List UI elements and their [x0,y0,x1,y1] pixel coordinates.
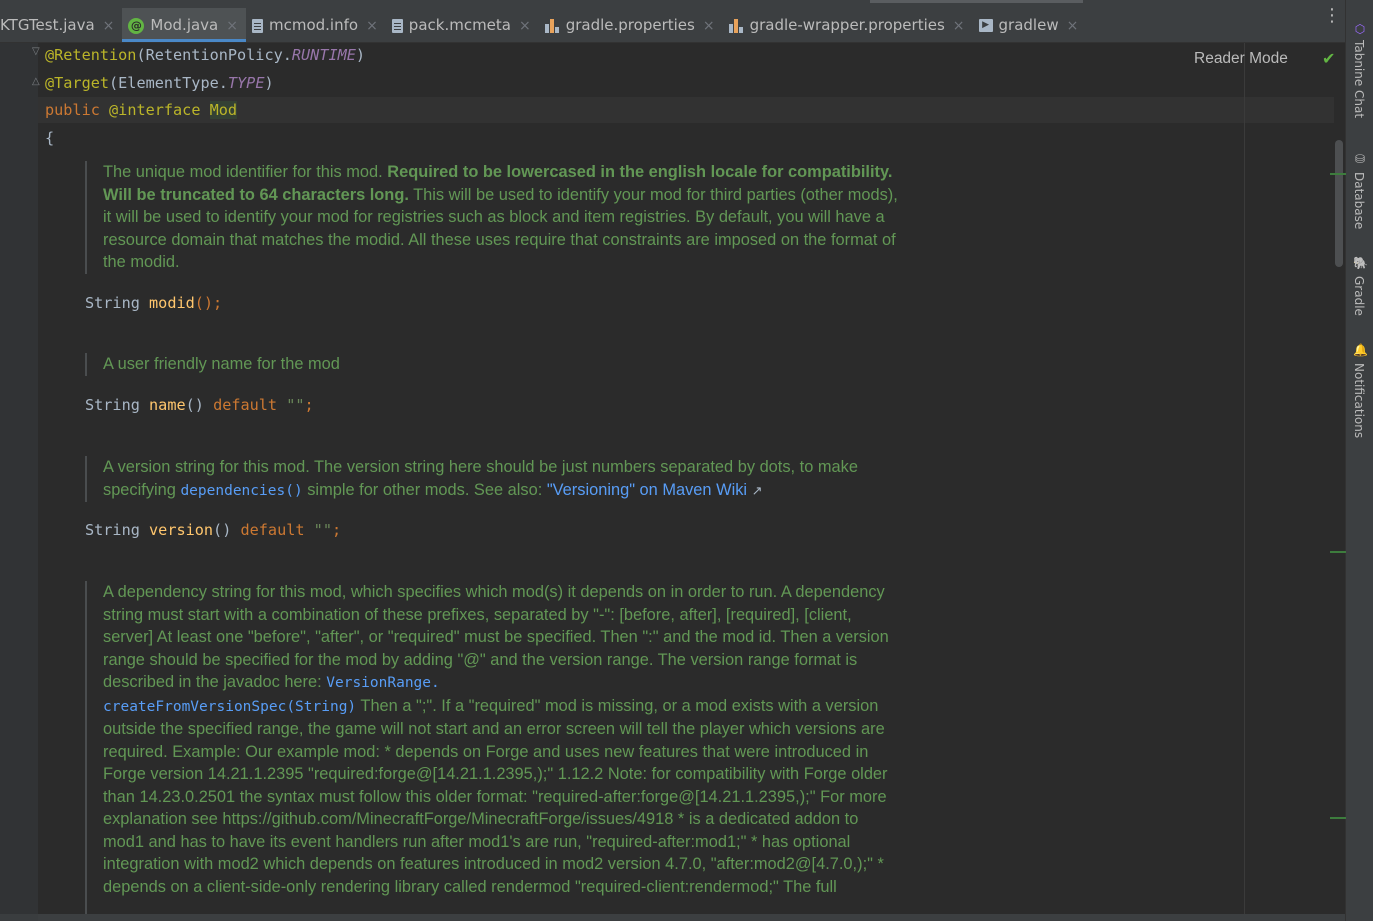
close-icon[interactable]: × [953,18,965,34]
tool-gradle[interactable]: 🐘 Gradle [1346,256,1373,321]
code-line-interface: public @interface Mod [45,101,238,119]
tab-pack-mcmeta[interactable]: pack.mcmeta × [386,8,539,42]
tab-gradle-wrapper-properties[interactable]: gradle-wrapper.properties × [723,8,973,42]
code-line-name: String name() default ""; [85,396,314,414]
tool-label: Database [1352,172,1366,230]
tool-tabnine-chat[interactable]: ⬡ Tabnine Chat [1346,22,1373,132]
more-tabs-icon[interactable]: ⋮ [1323,7,1341,25]
tab-label: mcmod.info [268,16,359,34]
external-link-icon: ↗ [751,482,763,498]
status-edge [0,914,1345,921]
close-icon[interactable]: × [1067,18,1079,34]
editor-tab-bar: KTGTest.java × @ Mod.java × mcmod.info × pac… [0,8,1345,43]
versionspec-link[interactable]: createFromVersionSpec(String) [103,699,356,715]
tool-label: Notifications [1352,363,1366,439]
close-icon[interactable]: × [519,18,531,34]
bell-icon: 🔔 [1353,343,1368,357]
change-marker [1330,551,1346,553]
dependencies-link[interactable]: dependencies() [180,483,302,499]
versionrange-link[interactable]: VersionRange. [326,675,440,691]
close-icon[interactable]: × [366,18,378,34]
editor-gutter: ▽ △ [0,43,40,921]
tab-label: Mod.java [150,16,219,34]
reader-mode-button[interactable]: Reader Mode [1194,49,1288,69]
javadoc-modid: The unique mod identifier for this mod. … [85,161,898,274]
text-file-icon [391,18,403,33]
right-tool-strip: ⬡ Tabnine Chat ⛁ Database 🐘 Gradle 🔔 Not… [1345,0,1373,921]
tab-gradlew[interactable]: ▶ gradlew × [973,8,1087,42]
tool-label: Gradle [1352,276,1366,316]
tab-label: gradle.properties [565,16,695,34]
properties-file-icon [728,18,744,33]
tab-mcmod-info[interactable]: mcmod.info × [246,8,386,42]
window-handle [870,0,1083,3]
tool-database[interactable]: ⛁ Database [1346,152,1373,234]
tab-label: pack.mcmeta [408,16,511,34]
code-line-version: String version() default ""; [85,521,342,539]
code-line-retention: @Retention(RetentionPolicy.RUNTIME) [45,46,366,64]
text-file-icon [251,18,263,33]
title-strip [0,0,1345,8]
tab-ktgtest-java[interactable]: KTGTest.java × [0,8,122,42]
javadoc-dependencies: A dependency string for this mod, which … [85,581,898,914]
tool-notifications[interactable]: 🔔 Notifications [1346,343,1373,443]
properties-file-icon [544,18,560,33]
close-icon[interactable]: × [226,18,238,34]
maven-wiki-link[interactable]: "Versioning" on Maven Wiki [547,481,747,499]
annotation-icon: @ [128,17,145,34]
code-line-target: @Target(ElementType.TYPE) [45,74,274,92]
close-icon[interactable]: × [103,18,115,34]
vertical-scrollbar[interactable] [1335,140,1343,267]
javadoc-version: A version string for this mod. The versi… [85,456,898,502]
check-icon: ✔ [1322,49,1336,68]
tab-mod-java[interactable]: @ Mod.java × [122,8,246,42]
code-line-brace: { [45,129,55,147]
tabnine-icon: ⬡ [1354,22,1366,36]
gradle-icon: 🐘 [1353,256,1368,270]
tab-label: KTGTest.java [0,16,95,34]
tab-gradle-properties[interactable]: gradle.properties × [539,8,723,42]
tab-label: gradle-wrapper.properties [749,16,945,34]
close-icon[interactable]: × [703,18,715,34]
tab-label: gradlew [998,16,1059,34]
change-marker [1330,173,1346,175]
code-line-modid: String modid(); [85,294,223,312]
database-icon: ⛁ [1354,152,1366,166]
tool-label: Tabnine Chat [1352,40,1366,119]
shell-script-icon: ▶ [978,19,993,32]
javadoc-name: A user friendly name for the mod [85,353,898,376]
change-marker [1330,817,1346,819]
